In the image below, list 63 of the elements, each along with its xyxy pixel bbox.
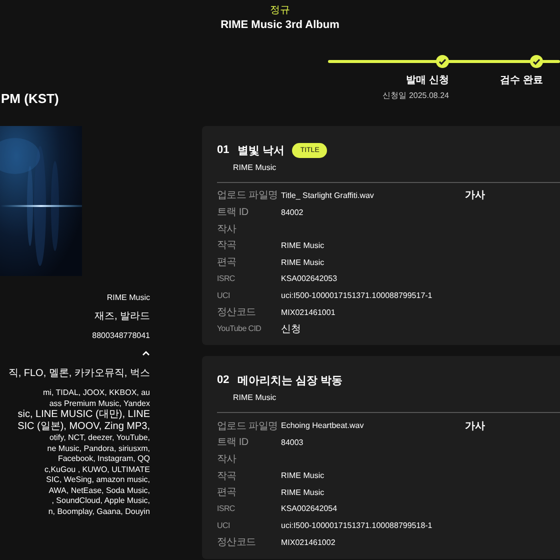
field-label: 업로드 파일명: [217, 189, 279, 202]
field-value: RIME Music: [281, 488, 326, 497]
field-value: 신청: [281, 322, 302, 336]
field-label: 작곡: [217, 470, 238, 483]
field-value: MIX021461001: [281, 308, 336, 317]
field-label: UCI: [217, 290, 231, 300]
platform-list-line: SIC (일본), MOOV, Zing MP3,: [18, 421, 150, 433]
step-label: 발매 신청: [406, 74, 449, 87]
platform-list-line: 직, FLO, 멜론, 카카오뮤직, 벅스: [8, 368, 150, 380]
field-label: 작사: [217, 222, 238, 236]
field-value: Title_ Starlight Graffiti.wav: [281, 190, 375, 200]
platform-list-line: otify, NCT, deezer, YouTube,: [49, 433, 150, 444]
field-label: 정산코드: [217, 306, 257, 320]
step-date: 신청일 2025.08.24: [382, 90, 449, 101]
field-value: RIME Music: [281, 240, 326, 250]
platform-list-line: sic, LINE MUSIC (대만), LINE: [18, 409, 150, 421]
field-value: MIX021461002: [281, 538, 336, 547]
release-time: PM (KST): [1, 91, 59, 106]
track-title: 별빛 낙서: [237, 144, 284, 158]
field-label: 작곡: [217, 239, 238, 252]
field-value: Echoing Heartbeat.wav: [281, 421, 365, 430]
field-value: KSA002642053: [281, 274, 338, 284]
track-artist: RIME Music: [233, 392, 278, 404]
album-info-value: 8800348778041: [92, 330, 150, 342]
platform-list-line: ne Music, Pandora, siriusxm,: [47, 444, 150, 454]
platform-list-line: SIC, WeSing, amazon music,: [46, 475, 150, 486]
album-info-value: 재즈, 발라드: [94, 310, 150, 323]
field-label: 작사: [217, 452, 238, 466]
platform-list-line: n, Boomplay, Gaana, Douyin: [48, 506, 150, 517]
album-info-value: RIME Music: [106, 292, 150, 304]
field-label: ISRC: [217, 504, 236, 514]
track-number: 02: [217, 374, 230, 386]
field-label: 트랙 ID: [217, 436, 250, 450]
field-label: 트랙 ID: [217, 206, 250, 220]
field-label: ISRC: [217, 274, 236, 284]
field-label: 업로드 파일명: [217, 420, 279, 433]
album-type-label: 정규: [270, 4, 290, 17]
lyrics-heading: 가사: [465, 189, 486, 202]
field-label: 편곡: [217, 486, 238, 500]
platform-list-line: Facebook, Instagram, QQ: [58, 454, 150, 464]
platform-list-line: AWA, NetEase, Soda Music,: [48, 486, 150, 496]
field-value: RIME Music: [281, 471, 326, 480]
track-artist: RIME Music: [233, 162, 278, 174]
platform-list-line: , SoundCloud, Apple Music,: [52, 496, 150, 506]
track-number: 01: [217, 144, 230, 156]
field-label: YouTube CID: [217, 324, 262, 334]
field-label: 정산코드: [217, 536, 257, 550]
field-value: KSA002642054: [281, 504, 338, 514]
field-value: uci:I500-1000017151371.100088799518-1: [281, 521, 434, 530]
platform-list-line: mi, TIDAL, JOOX, KKBOX, au: [43, 388, 150, 398]
platform-list-line: c,KuGou , KUWO, ULTIMATE: [44, 464, 150, 475]
step-label: 검수 완료: [500, 74, 543, 87]
field-label: UCI: [217, 521, 231, 530]
track-title: 메아리치는 심장 박동: [237, 374, 342, 388]
lyrics-heading: 가사: [465, 420, 486, 433]
album-title: RIME Music 3rd Album: [220, 19, 340, 31]
field-value: uci:I500-1000017151371.100088799517-1: [281, 290, 434, 300]
field-value: 84002: [281, 208, 304, 217]
field-value: 84003: [281, 438, 304, 447]
field-value: RIME Music: [281, 258, 326, 267]
field-label: 편곡: [217, 256, 238, 270]
chevron-up-icon[interactable]: [142, 350, 150, 356]
platform-list-line: ass Premium Music, Yandex: [49, 398, 150, 409]
